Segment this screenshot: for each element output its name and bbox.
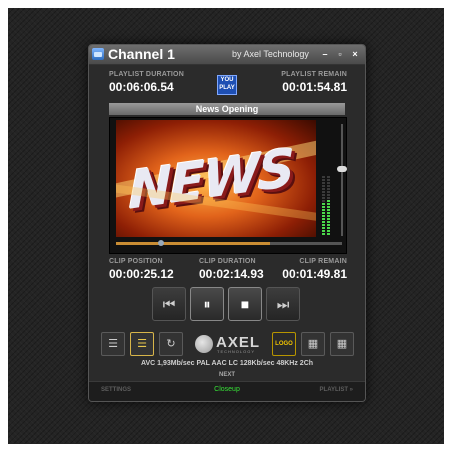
minimize-button[interactable]: – xyxy=(319,48,331,60)
youplay-logo-line2: PLAY xyxy=(219,85,235,91)
playlist-view-button[interactable]: ☰ xyxy=(101,332,125,356)
close-button[interactable]: × xyxy=(349,48,361,60)
axel-mark-icon xyxy=(195,335,213,353)
indent-list-icon: ☰ xyxy=(137,338,147,350)
playlist-duration-label: PLAYLIST DURATION xyxy=(109,71,184,78)
video-frame: NEWS xyxy=(109,117,347,254)
maximize-button[interactable]: ▫ xyxy=(334,48,346,60)
preview-overlay-text: NEWS xyxy=(128,138,294,222)
media-info: AVC 1,93Mb/sec PAL AAC LC 128Kb/sec 48KH… xyxy=(140,360,314,367)
footer-bar: SETTINGS Closeup PLAYLIST » xyxy=(89,381,365,401)
seek-buffer xyxy=(116,242,270,245)
clip-duration-value: 00:02:14.93 xyxy=(199,267,264,281)
grid-right-button[interactable]: ▦ xyxy=(330,332,354,356)
stop-icon: ■ xyxy=(240,296,250,312)
window-byline: by Axel Technology xyxy=(232,49,309,59)
seek-handle[interactable] xyxy=(158,240,165,246)
grid-icon: ▦ xyxy=(307,338,319,350)
clip-remain-label: CLIP REMAIN xyxy=(299,258,347,265)
loop-icon: ↻ xyxy=(166,338,176,350)
volume-slider-handle[interactable] xyxy=(337,165,347,172)
youplay-logo-line1: YOU xyxy=(220,77,234,83)
window-title: Channel 1 xyxy=(108,46,175,62)
grid-icon: ▦ xyxy=(336,338,348,350)
grid-left-button[interactable]: ▦ xyxy=(301,332,325,356)
video-preview[interactable]: NEWS xyxy=(116,120,316,237)
playlist-remain-label: PLAYLIST REMAIN xyxy=(281,71,347,78)
indent-list-button[interactable]: ☰ xyxy=(130,332,154,356)
axel-logo-sub: TECHNOLOGY xyxy=(217,349,256,354)
clip-duration-label: CLIP DURATION xyxy=(199,258,256,265)
youplay-logo: YOU PLAY xyxy=(217,75,237,95)
skip-back-button[interactable]: ⏮ xyxy=(152,287,186,321)
playlist-duration-value: 00:06:06.54 xyxy=(109,80,174,94)
seek-bar[interactable] xyxy=(116,240,342,246)
list-icon: ☰ xyxy=(108,338,118,350)
logo-insert-button[interactable]: LOGO xyxy=(272,332,296,356)
player-window: Channel 1 by Axel Technology – ▫ × PLAYL… xyxy=(88,44,366,402)
clip-position-value: 00:00:25.12 xyxy=(109,267,174,281)
next-label: NEXT xyxy=(218,372,235,378)
clip-remain-value: 00:01:49.81 xyxy=(282,267,347,281)
pause-button[interactable]: ⏸ xyxy=(190,287,224,321)
playlist-link[interactable]: PLAYLIST » xyxy=(320,387,353,393)
app-icon xyxy=(92,48,104,60)
skip-forward-button[interactable]: ⏭ xyxy=(266,287,300,321)
clip-title: News Opening xyxy=(109,103,345,115)
clip-position-label: CLIP POSITION xyxy=(109,258,163,265)
volume-slider-track[interactable] xyxy=(341,124,343,236)
pause-icon: ⏸ xyxy=(203,296,211,312)
axel-technology-logo: AXEL TECHNOLOGY xyxy=(195,333,265,355)
playlist-remain-value: 00:01:54.81 xyxy=(282,80,347,94)
vu-meter-right xyxy=(327,176,330,236)
skip-forward-icon: ⏭ xyxy=(276,296,290,312)
stop-button[interactable]: ■ xyxy=(228,287,262,321)
title-bar[interactable]: Channel 1 by Axel Technology – ▫ × xyxy=(89,45,365,65)
skip-back-icon: ⏮ xyxy=(162,296,176,312)
vu-meter-left xyxy=(322,176,325,236)
loop-button[interactable]: ↻ xyxy=(159,332,183,356)
